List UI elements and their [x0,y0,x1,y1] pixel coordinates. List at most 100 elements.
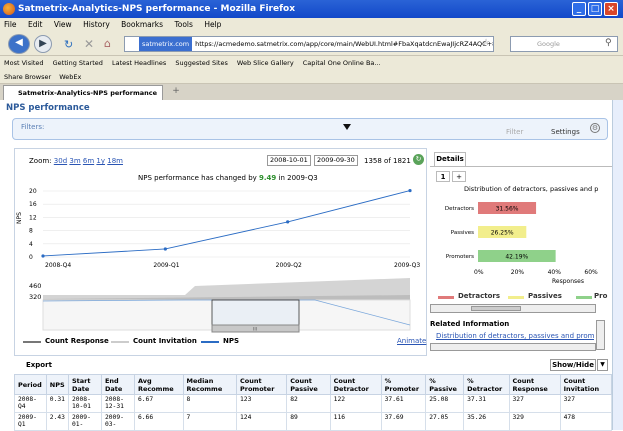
distribution-x-tick: 40% [548,269,562,276]
bookmark-capital-one[interactable]: Capital One Online Ba... [303,59,381,67]
distribution-title: Distribution of detractors, passives and… [464,185,599,193]
table-cell: 8 [182,394,238,413]
bookmark-most-visited[interactable]: Most Visited [4,59,44,67]
table-header-cell[interactable]: End Date [100,374,135,395]
export-link[interactable]: Export [26,361,52,369]
url-domain: satmetrix.com [139,37,193,51]
tab-details[interactable]: Details [434,152,466,166]
menu-tools[interactable]: Tools [174,20,192,29]
maximize-icon[interactable]: □ [588,2,602,16]
table-header-cell[interactable]: Start Date [67,374,102,395]
bookmark-getting-started[interactable]: Getting Started [53,59,103,67]
x-tick-label: 2009-Q3 [394,262,420,269]
minimize-icon[interactable]: _ [572,2,586,16]
legend-promoters-swatch [576,296,592,299]
table-header-cell[interactable]: % Promoter [380,374,427,395]
nps-data-table: Period NPS Start Date End Date Avg Recomme Me… [14,374,613,431]
chart-gridlines [43,190,410,258]
nps-chart-panel: Zoom: 30d 3m 6m 1y 18m 2008-10-01 2009-0… [14,148,427,356]
y-tick-label: 12 [29,214,37,221]
reload-icon[interactable]: ↻ [64,38,73,51]
forward-icon[interactable]: ▶ [34,35,52,53]
legend-nps-swatch [201,341,219,343]
legend-detractors: Detractors [458,292,501,300]
close-icon[interactable]: × [604,2,618,16]
back-icon[interactable]: ◀ [8,34,30,54]
table-cell: 122 [329,394,382,413]
table-header-cell[interactable]: Period [14,374,47,395]
details-hscrollbar[interactable] [430,304,596,313]
table-cell: 2009-01- [67,412,102,431]
nps-point [408,188,412,193]
related-info-link[interactable]: Distribution of detractors, passives and… [436,332,594,340]
table-header-cell[interactable]: Median Recomme [182,374,238,395]
bookmark-web-slice[interactable]: Web Slice Gallery [237,59,294,67]
gear-icon[interactable]: ⚙ [590,123,600,133]
table-cell: 116 [329,412,382,431]
table-cell: 37.31 [463,394,510,413]
distribution-x-tick: 0% [474,269,484,276]
page-title: NPS performance [6,103,90,113]
details-hscroll-thumb[interactable] [471,306,521,311]
distribution-bar-chart: Detractors 31.56% Passives 26.25% Promoters 4… [445,202,598,285]
table-header-cell[interactable]: Count Invitation [559,374,613,395]
menu-help[interactable]: Help [204,20,221,29]
distribution-x-tick: 20% [511,269,525,276]
animate-link[interactable]: Animate [397,337,426,345]
share-browser-button[interactable]: Share Browser [4,73,51,81]
table-cell: 37.61 [380,394,427,413]
table-header-cell[interactable]: % Passive [425,374,465,395]
table-cell: 2009-03- [100,412,135,431]
legend-passives-swatch [508,296,524,299]
table-header-cell[interactable]: NPS [45,374,69,395]
url-bar[interactable]: satmetrix.com https://acmedemo.satmetrix.… [124,36,494,52]
bookmark-latest-headlines[interactable]: Latest Headlines [112,59,166,67]
filters-dropdown-icon[interactable] [343,124,351,130]
stop-icon[interactable]: ✕ [84,37,94,51]
bookmark-star-icon[interactable]: ☆ [482,38,490,48]
settings-link[interactable]: Settings [551,128,580,136]
details-subtab-1[interactable]: 1 [436,171,450,182]
table-cell: 2.43 [45,412,69,431]
page-scrollbar[interactable] [612,100,623,430]
home-icon[interactable]: ⌂ [104,37,111,50]
tab-strip: Satmetrix-Analytics-NPS performance + [0,84,623,100]
table-cell: 329 [508,412,561,431]
nps-line-chart: NPS 0 4 8 12 16 20 2008-Q4 2009-Q1 2009-Q2 2009-… [16,188,420,333]
related-vscrollbar[interactable] [596,320,605,350]
table-header-cell[interactable]: Count Response [508,374,561,395]
table-row[interactable]: 2009-Q1 2.43 2009-01- 2009-03- 6.66 7 124 89 116… [14,412,613,431]
table-cell: 327 [508,394,561,413]
menu-view[interactable]: View [54,20,72,29]
table-cell: 327 [559,394,613,413]
x-tick-label: 2009-Q1 [153,262,179,269]
distribution-category-label: Detractors [445,206,474,212]
table-row[interactable]: 2008-Q4 0.31 2008-10-01 2008-12-31 6.67 8 123 8… [14,394,613,413]
bookmark-suggested-sites[interactable]: Suggested Sites [175,59,228,67]
details-subtab-add[interactable]: + [452,171,466,182]
show-hide-button[interactable]: Show/Hide [550,359,596,371]
menu-edit[interactable]: Edit [28,20,43,29]
menu-bar: File Edit View History Bookmarks Tools H… [0,18,623,32]
distribution-xlabel: Responses [552,278,584,285]
legend-count-invitation-swatch [111,341,129,343]
show-hide-dropdown-icon[interactable]: ▼ [597,359,608,371]
legend-count-response: Count Response [45,337,109,345]
nps-point [41,254,45,258]
table-header-cell[interactable]: Count Promoter [235,374,288,395]
menu-bookmarks[interactable]: Bookmarks [121,20,163,29]
search-input[interactable]: Google [510,36,618,52]
table-cell: 2008-Q4 [14,394,47,413]
new-tab-button[interactable]: + [168,86,184,99]
search-icon[interactable]: ⚲ [605,38,612,48]
tab-nps-performance[interactable]: Satmetrix-Analytics-NPS performance [3,85,163,100]
webex-button[interactable]: WebEx [59,73,81,81]
filter-link[interactable]: Filter [506,128,523,136]
table-header-cell[interactable]: % Detractor [463,374,510,395]
table-header-cell[interactable]: Count Passive [286,374,331,395]
menu-file[interactable]: File [4,20,17,29]
table-header-cell[interactable]: Avg Recomme [133,374,184,395]
table-header-cell[interactable]: Count Detractor [329,374,382,395]
menu-history[interactable]: History [83,20,110,29]
related-hscrollbar[interactable] [430,343,596,351]
